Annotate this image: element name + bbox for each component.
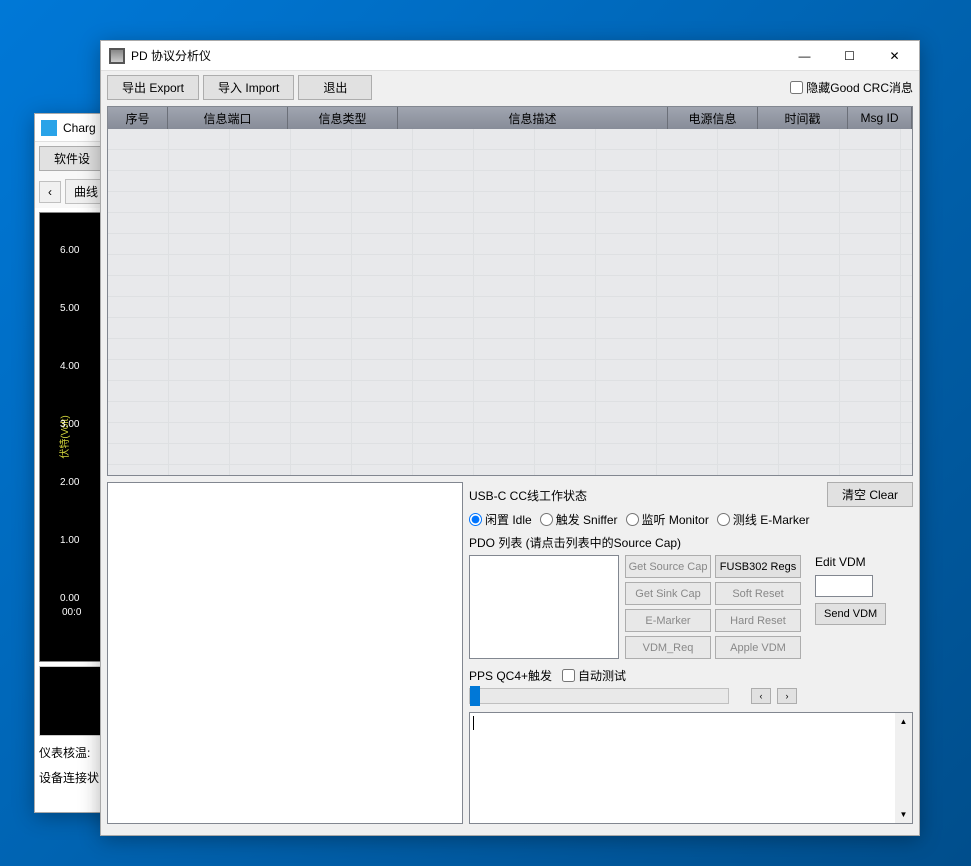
hide-crc-checkbox[interactable]: 隐藏Good CRC消息 xyxy=(790,79,913,96)
get-sink-cap-button[interactable]: Get Sink Cap xyxy=(625,582,711,605)
log-textarea[interactable]: ▲ ▼ xyxy=(469,712,913,824)
hard-reset-button[interactable]: Hard Reset xyxy=(715,609,801,632)
maximize-button[interactable]: ☐ xyxy=(827,42,872,70)
close-button[interactable]: ✕ xyxy=(872,42,917,70)
radio-emarker-input[interactable] xyxy=(717,513,730,526)
export-button[interactable]: 导出 Export xyxy=(107,75,199,100)
cc-status-label: USB-C CC线工作状态 xyxy=(469,487,587,504)
col-port[interactable]: 信息端口 xyxy=(168,107,288,129)
xtick: 00:0 xyxy=(62,607,81,618)
grid-body[interactable] xyxy=(108,129,912,475)
vdm-req-button[interactable]: VDM_Req xyxy=(625,636,711,659)
scroll-down-icon[interactable]: ▼ xyxy=(895,806,912,823)
col-type[interactable]: 信息类型 xyxy=(288,107,398,129)
slider-thumb[interactable] xyxy=(470,686,480,706)
grid-header: 序号 信息端口 信息类型 信息描述 电源信息 时间戳 Msg ID xyxy=(108,107,912,129)
ytick: 0.00 xyxy=(60,593,79,604)
col-time[interactable]: 时间戳 xyxy=(758,107,848,129)
auto-test-checkbox[interactable]: 自动测试 xyxy=(562,667,626,684)
send-vdm-button[interactable]: Send VDM xyxy=(815,603,886,625)
pdo-label: PDO 列表 (请点击列表中的Source Cap) xyxy=(469,534,913,551)
radio-emarker[interactable]: 测线 E-Marker xyxy=(717,511,810,528)
software-settings-button[interactable]: 软件设 xyxy=(39,146,105,171)
col-power[interactable]: 电源信息 xyxy=(668,107,758,129)
ytick: 1.00 xyxy=(60,535,79,546)
radio-monitor-label: 监听 Monitor xyxy=(642,511,709,528)
window-title: PD 协议分析仪 xyxy=(131,47,782,64)
detail-box[interactable] xyxy=(107,482,463,824)
radio-idle-label: 闲置 Idle xyxy=(485,511,532,528)
step-up-button[interactable]: › xyxy=(777,688,797,704)
col-desc[interactable]: 信息描述 xyxy=(398,107,668,129)
auto-test-input[interactable] xyxy=(562,669,575,682)
radio-monitor-input[interactable] xyxy=(626,513,639,526)
vdm-input[interactable] xyxy=(815,575,873,597)
ytick: 3.00 xyxy=(60,419,79,430)
app-icon xyxy=(109,48,125,64)
emarker-button[interactable]: E-Marker xyxy=(625,609,711,632)
radio-sniffer-input[interactable] xyxy=(540,513,553,526)
pps-label: PPS QC4+触发 xyxy=(469,667,552,684)
titlebar[interactable]: PD 协议分析仪 — ☐ ✕ xyxy=(101,41,919,71)
exit-button[interactable]: 退出 xyxy=(298,75,372,100)
ytick: 2.00 xyxy=(60,477,79,488)
right-pane: USB-C CC线工作状态 清空 Clear 闲置 Idle 触发 Sniffe… xyxy=(469,482,913,824)
radio-sniffer[interactable]: 触发 Sniffer xyxy=(540,511,618,528)
hide-crc-label: 隐藏Good CRC消息 xyxy=(806,79,913,96)
radio-idle[interactable]: 闲置 Idle xyxy=(469,511,532,528)
bg-title: Charg xyxy=(63,121,96,135)
scroll-up-icon[interactable]: ▲ xyxy=(895,713,912,730)
col-msgid[interactable]: Msg ID xyxy=(848,107,912,129)
ytick: 5.00 xyxy=(60,303,79,314)
step-down-button[interactable]: ‹ xyxy=(751,688,771,704)
col-seq[interactable]: 序号 xyxy=(108,107,168,129)
radio-monitor[interactable]: 监听 Monitor xyxy=(626,511,709,528)
radio-emarker-label: 测线 E-Marker xyxy=(733,511,810,528)
edit-vdm-label: Edit VDM xyxy=(815,555,886,569)
ytick: 6.00 xyxy=(60,245,79,256)
minimize-button[interactable]: — xyxy=(782,42,827,70)
clear-button[interactable]: 清空 Clear xyxy=(827,482,913,507)
app-icon xyxy=(41,120,57,136)
tab-chevron-left[interactable]: ‹ xyxy=(39,181,61,203)
auto-test-label: 自动测试 xyxy=(578,667,626,684)
scrollbar[interactable]: ▲ ▼ xyxy=(895,713,912,823)
radio-sniffer-label: 触发 Sniffer xyxy=(556,511,618,528)
hide-crc-input[interactable] xyxy=(790,81,803,94)
radio-idle-input[interactable] xyxy=(469,513,482,526)
import-button[interactable]: 导入 Import xyxy=(203,75,294,100)
text-cursor xyxy=(473,716,474,730)
get-source-cap-button[interactable]: Get Source Cap xyxy=(625,555,711,578)
ytick: 4.00 xyxy=(60,361,79,372)
pps-slider[interactable] xyxy=(469,688,729,704)
message-grid[interactable]: 序号 信息端口 信息类型 信息描述 电源信息 时间戳 Msg ID xyxy=(107,106,913,476)
apple-vdm-button[interactable]: Apple VDM xyxy=(715,636,801,659)
pd-analyzer-window: PD 协议分析仪 — ☐ ✕ 导出 Export 导入 Import 退出 隐藏… xyxy=(100,40,920,836)
soft-reset-button[interactable]: Soft Reset xyxy=(715,582,801,605)
toolbar: 导出 Export 导入 Import 退出 隐藏Good CRC消息 xyxy=(101,71,919,104)
pdo-list[interactable] xyxy=(469,555,619,659)
fusb302-regs-button[interactable]: FUSB302 Regs xyxy=(715,555,801,578)
